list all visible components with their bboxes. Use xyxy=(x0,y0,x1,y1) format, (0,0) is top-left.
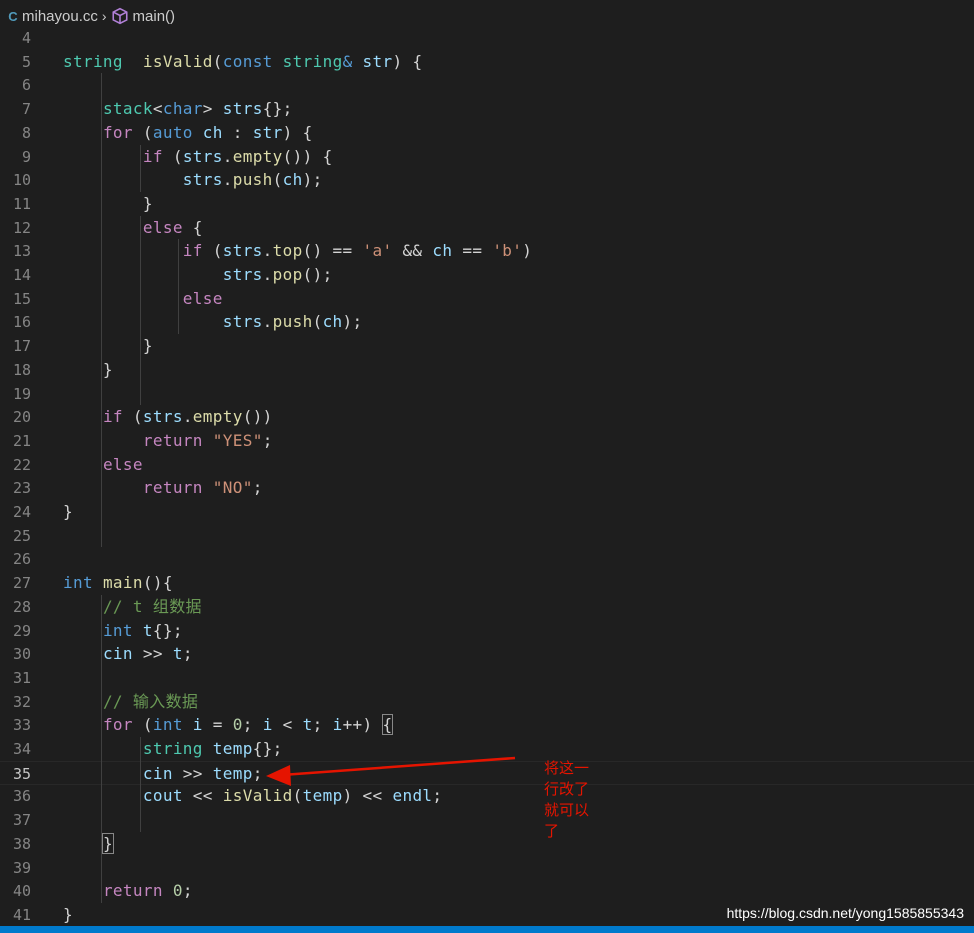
annotation-note: 将这一行改了就可以了 xyxy=(544,760,590,840)
watermark: https://blog.csdn.net/yong1585855343 xyxy=(726,905,964,921)
status-bar xyxy=(0,926,974,933)
annotation-arrow xyxy=(266,756,516,786)
